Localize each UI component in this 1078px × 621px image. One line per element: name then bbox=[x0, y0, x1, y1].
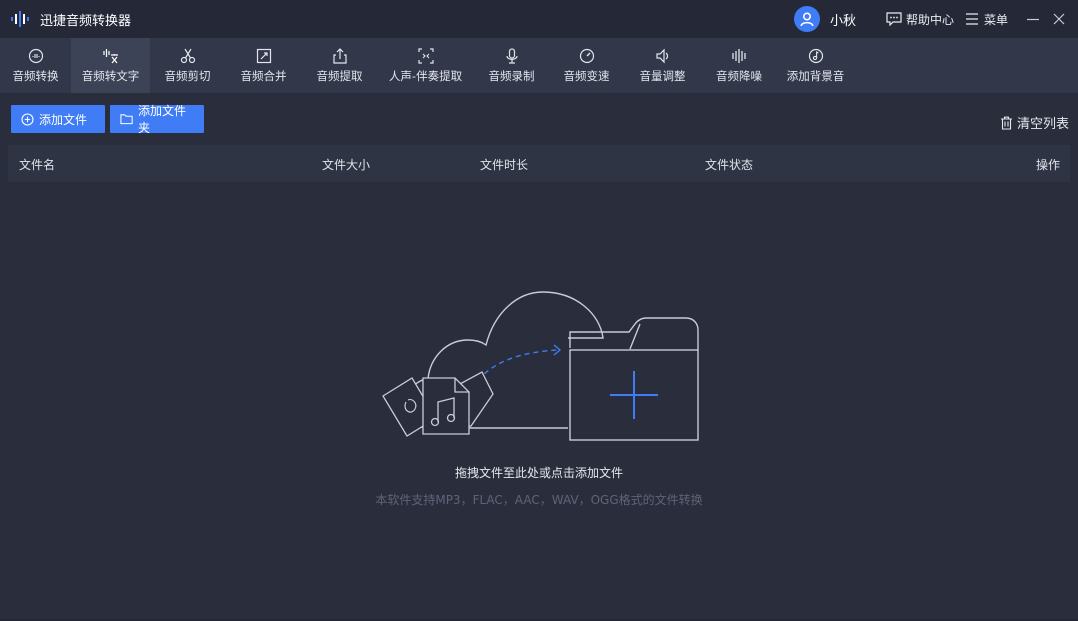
action-row: 添加文件 添加文件夹 清空列表 bbox=[0, 93, 1078, 142]
tool-audio-extract[interactable]: 音频提取 bbox=[302, 38, 377, 93]
tool-audio-to-text[interactable]: 音频转文字 bbox=[71, 38, 150, 93]
tool-label: 音频剪切 bbox=[164, 69, 211, 83]
help-center-label: 帮助中心 bbox=[905, 12, 954, 27]
audio-convert-icon bbox=[28, 47, 44, 65]
music-note-icon bbox=[808, 47, 824, 65]
menu-label: 菜单 bbox=[983, 12, 1008, 27]
minimize-button[interactable] bbox=[1020, 6, 1046, 32]
column-action: 操作 bbox=[1035, 158, 1060, 172]
tool-audio-denoise[interactable]: 音频降噪 bbox=[701, 38, 777, 93]
extract-icon bbox=[332, 47, 348, 65]
tool-label: 音频提取 bbox=[316, 69, 363, 83]
app-title: 迅捷音频转换器 bbox=[40, 13, 132, 29]
volume-icon bbox=[655, 47, 671, 65]
chat-icon bbox=[886, 12, 902, 26]
audio-to-text-icon bbox=[102, 47, 120, 65]
hamburger-icon bbox=[965, 13, 978, 25]
add-file-button[interactable]: 添加文件 bbox=[11, 105, 105, 133]
minimize-icon bbox=[1027, 18, 1039, 21]
drop-zone-main-text: 拖拽文件至此处或点击添加文件 bbox=[454, 466, 623, 480]
tool-label: 人声-伴奏提取 bbox=[388, 69, 463, 83]
vocal-extract-icon bbox=[417, 47, 434, 65]
dashed-arrow bbox=[477, 349, 559, 381]
help-center-button[interactable]: 帮助中心 bbox=[886, 11, 954, 28]
tool-vocal-extract[interactable]: 人声-伴奏提取 bbox=[377, 38, 474, 93]
tool-label: 添加背景音 bbox=[786, 69, 845, 83]
trash-icon bbox=[1000, 116, 1012, 130]
add-folder-button[interactable]: 添加文件夹 bbox=[110, 104, 204, 135]
tool-audio-merge[interactable]: 音频合并 bbox=[225, 38, 302, 93]
menu-button[interactable]: 菜单 bbox=[964, 11, 1008, 28]
tool-label: 音频合并 bbox=[240, 69, 287, 83]
drop-zone-supported-formats: 本软件支持MP3，FLAC，AAC，WAV，OGG格式的文件转换 bbox=[375, 493, 703, 507]
denoise-icon bbox=[731, 47, 747, 65]
close-button[interactable] bbox=[1046, 6, 1072, 32]
tool-label: 音频变速 bbox=[563, 69, 610, 83]
user-icon bbox=[800, 12, 814, 27]
tool-add-background-music[interactable]: 添加背景音 bbox=[777, 38, 854, 93]
file-table-header: 文件名 文件大小 文件时长 文件状态 操作 bbox=[8, 145, 1070, 182]
microphone-icon bbox=[504, 47, 520, 65]
folder-icon bbox=[120, 114, 133, 125]
clear-list-button[interactable]: 清空列表 bbox=[1000, 113, 1069, 132]
app-logo-icon bbox=[10, 8, 32, 30]
plus-circle-icon bbox=[21, 112, 34, 126]
column-file-status: 文件状态 bbox=[705, 158, 754, 172]
add-folder-label: 添加文件夹 bbox=[138, 104, 187, 135]
tool-audio-cut[interactable]: 音频剪切 bbox=[150, 38, 225, 93]
tool-audio-convert[interactable]: 音频转换 bbox=[0, 38, 71, 93]
tool-label: 音频转换 bbox=[12, 69, 59, 83]
tool-volume-adjust[interactable]: 音量调整 bbox=[624, 38, 701, 93]
tool-label: 音量调整 bbox=[639, 69, 686, 83]
drop-zone-illustration[interactable] bbox=[378, 288, 708, 448]
title-bar: 迅捷音频转换器 小秋 帮助中心 菜单 bbox=[0, 0, 1078, 38]
tool-audio-speed[interactable]: 音频变速 bbox=[549, 38, 624, 93]
column-file-duration: 文件时长 bbox=[480, 158, 529, 172]
tool-label: 音频降噪 bbox=[716, 69, 762, 83]
function-toolbar: 音频转换 音频转文字 音频剪切 音频合并 音频提取 人声-伴奏提取 音频录制 音… bbox=[0, 38, 1078, 93]
folder-plus-icon bbox=[569, 317, 699, 441]
close-icon bbox=[1053, 13, 1065, 25]
add-file-label: 添加文件 bbox=[39, 112, 88, 127]
column-file-name: 文件名 bbox=[19, 158, 56, 172]
tool-label: 音频转文字 bbox=[81, 69, 140, 83]
merge-icon bbox=[256, 47, 272, 65]
audio-files-icon bbox=[382, 371, 494, 437]
scissors-icon bbox=[180, 47, 196, 65]
tool-audio-record[interactable]: 音频录制 bbox=[474, 38, 549, 93]
column-file-size: 文件大小 bbox=[322, 158, 371, 172]
clear-list-label: 清空列表 bbox=[1016, 117, 1069, 132]
tool-label: 音频录制 bbox=[488, 69, 535, 83]
user-name[interactable]: 小秋 bbox=[830, 10, 856, 29]
speed-icon bbox=[579, 47, 595, 65]
user-avatar[interactable] bbox=[793, 6, 820, 32]
